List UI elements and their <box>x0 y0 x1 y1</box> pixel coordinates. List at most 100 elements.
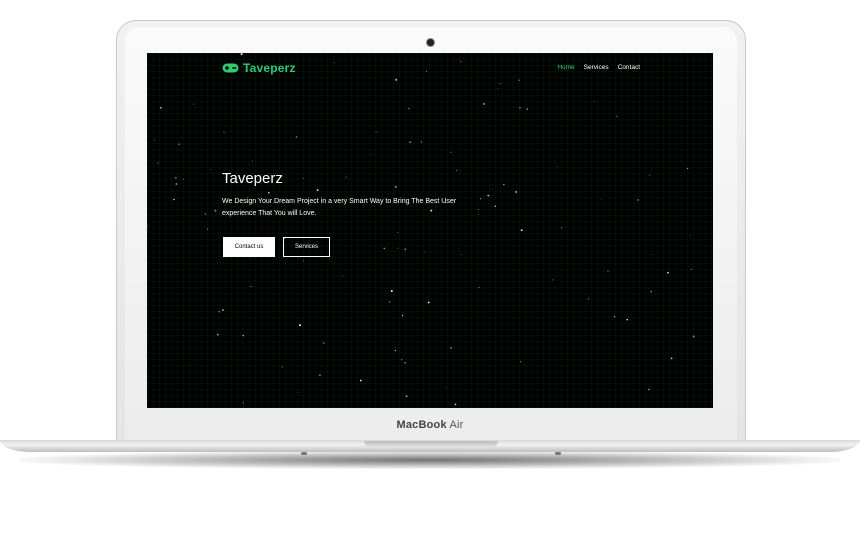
star <box>388 300 391 303</box>
star <box>616 115 618 117</box>
star <box>497 87 499 89</box>
star <box>222 309 224 311</box>
star <box>478 286 480 289</box>
star <box>299 324 301 327</box>
star <box>281 366 283 368</box>
star <box>316 189 319 192</box>
star <box>520 229 523 232</box>
star <box>210 169 212 170</box>
star <box>333 62 335 64</box>
star <box>173 198 175 201</box>
star <box>192 103 194 105</box>
star <box>600 198 602 200</box>
star <box>561 227 563 229</box>
star <box>159 106 162 109</box>
star <box>515 191 518 193</box>
star <box>375 131 377 133</box>
star <box>518 79 520 81</box>
star <box>427 301 430 304</box>
star <box>405 395 408 398</box>
star <box>503 184 505 186</box>
star <box>394 349 397 352</box>
star <box>450 346 452 349</box>
star <box>456 169 458 171</box>
camera-icon <box>427 39 434 46</box>
star <box>147 225 148 227</box>
star <box>594 101 595 102</box>
star <box>154 139 156 141</box>
nav-contact-link[interactable]: Contact <box>618 64 640 71</box>
laptop-shadow <box>20 451 840 469</box>
laptop-screen: Taveperz Home Services Contact Taveperz … <box>147 53 713 408</box>
star <box>175 183 177 185</box>
starfield <box>147 53 695 406</box>
star <box>667 271 669 274</box>
star <box>692 335 695 338</box>
star <box>242 402 245 404</box>
hero-title: Taveperz <box>222 170 283 187</box>
laptop-hinge-notch <box>364 441 498 447</box>
star <box>302 260 304 262</box>
star <box>395 186 397 188</box>
star <box>483 103 485 105</box>
star <box>650 291 652 293</box>
star <box>404 248 407 251</box>
star <box>424 251 426 253</box>
star <box>526 108 529 110</box>
contact-us-button[interactable]: Contact us <box>223 237 275 257</box>
device-brand: MacBook <box>396 419 447 431</box>
star <box>214 209 217 212</box>
star <box>588 298 589 300</box>
star <box>157 162 159 164</box>
star <box>390 289 393 293</box>
device-brand-label: MacBook Air <box>0 419 860 431</box>
star <box>499 83 501 85</box>
star <box>491 188 493 190</box>
star <box>190 365 192 367</box>
device-model: Air <box>449 419 464 431</box>
star <box>223 131 225 134</box>
star <box>204 213 207 215</box>
star <box>460 61 462 63</box>
services-button[interactable]: Services <box>283 237 330 257</box>
star <box>216 333 219 336</box>
star <box>607 270 609 272</box>
star <box>250 285 252 287</box>
main-nav: Home Services Contact <box>557 64 640 71</box>
star <box>175 177 177 179</box>
star <box>341 276 343 278</box>
star <box>182 178 184 180</box>
star <box>178 143 180 145</box>
star <box>689 235 691 236</box>
star <box>323 342 325 344</box>
site-logo[interactable]: Taveperz <box>222 61 296 75</box>
star <box>397 247 399 249</box>
star <box>426 70 428 73</box>
star <box>345 176 347 178</box>
gamepad-icon <box>222 63 239 73</box>
star <box>295 136 298 138</box>
logo-text: Taveperz <box>243 61 296 75</box>
star <box>637 199 639 201</box>
star <box>613 316 616 318</box>
star <box>267 191 270 194</box>
laptop-foot <box>301 452 307 455</box>
star <box>461 253 463 255</box>
star <box>252 160 253 162</box>
star <box>445 387 447 389</box>
star <box>218 310 220 313</box>
star <box>395 78 398 81</box>
star <box>297 392 299 393</box>
star <box>626 318 628 321</box>
nav-services-link[interactable]: Services <box>584 64 609 71</box>
star <box>494 205 496 207</box>
star <box>242 334 244 337</box>
star <box>401 359 403 361</box>
hero-description: We Design Your Dream Project in a very S… <box>222 198 457 217</box>
star <box>401 314 404 316</box>
nav-home-link[interactable]: Home <box>557 64 574 71</box>
star <box>649 174 651 176</box>
star <box>450 151 452 153</box>
star <box>408 107 410 110</box>
star <box>404 361 406 364</box>
